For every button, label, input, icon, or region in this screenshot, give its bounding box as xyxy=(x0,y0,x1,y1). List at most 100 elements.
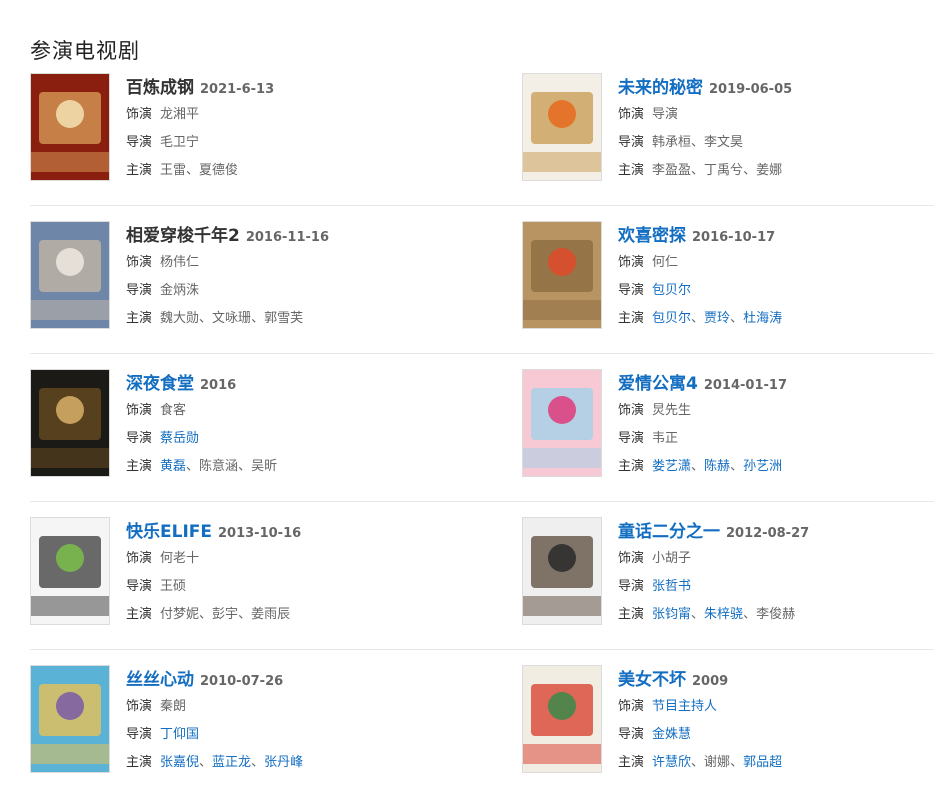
show-title-link[interactable]: 百炼成钢 xyxy=(126,78,194,98)
person-link[interactable]: 张嘉倪 xyxy=(160,755,199,770)
show-row: 快乐ELIFE 2013-10-16 饰演 何老十 导演 王硕 主演 付梦妮、彭宇、姜雨辰 童话… xyxy=(30,502,934,650)
show-title-link[interactable]: 美女不坏 xyxy=(618,670,686,690)
show-title-link[interactable]: 深夜食堂 xyxy=(126,374,194,394)
poster-thumbnail[interactable] xyxy=(522,665,602,773)
separator: 、 xyxy=(691,135,705,150)
show-date: 2010-07-26 xyxy=(200,674,284,689)
person-link[interactable]: 孙艺洲 xyxy=(743,459,782,474)
show-title-link[interactable]: 欢喜密探 xyxy=(618,226,686,246)
role-line: 饰演 秦朗 xyxy=(126,693,446,721)
role-label: 饰演 xyxy=(126,403,153,418)
show-date: 2016-11-16 xyxy=(245,230,329,245)
person-name: 炅先生 xyxy=(652,403,692,418)
separator: 、 xyxy=(186,163,200,178)
poster-thumbnail[interactable] xyxy=(30,369,110,477)
role-label: 饰演 xyxy=(618,403,645,418)
person-link[interactable]: 蓝正龙 xyxy=(212,755,251,770)
person-link[interactable]: 贾玲 xyxy=(704,311,730,326)
cast-label: 主演 xyxy=(618,163,645,178)
poster-thumbnail[interactable] xyxy=(30,517,110,625)
poster-image-icon xyxy=(523,222,601,328)
poster-thumbnail[interactable] xyxy=(30,221,110,329)
person-name: 导演 xyxy=(652,107,679,122)
poster-thumbnail[interactable] xyxy=(522,517,602,625)
cast-line: 主演 黄磊、陈意涵、吴昕 xyxy=(126,453,446,481)
person-link[interactable]: 金姝慧 xyxy=(652,727,691,742)
person-link[interactable]: 娄艺潇 xyxy=(652,459,691,474)
person-link[interactable]: 张钧甯 xyxy=(652,607,691,622)
separator: 、 xyxy=(691,311,705,326)
role-line: 饰演 何老十 xyxy=(126,545,446,573)
poster-image-icon xyxy=(31,370,109,476)
poster-thumbnail[interactable] xyxy=(522,221,602,329)
title-line: 深夜食堂 2016 xyxy=(126,371,446,397)
cast-line: 主演 王雷、夏德俊 xyxy=(126,157,446,185)
person-name: 姜娜 xyxy=(756,163,783,178)
poster-image-icon xyxy=(523,370,601,476)
person-name: 王雷 xyxy=(160,163,187,178)
director-line: 导演 王硕 xyxy=(126,573,446,601)
person-link[interactable]: 包贝尔 xyxy=(652,283,691,298)
role-line: 饰演 小胡子 xyxy=(618,545,934,573)
director-line: 导演 蔡岳勋 xyxy=(126,425,446,453)
role-line: 饰演 食客 xyxy=(126,397,446,425)
show-card: 爱情公寓4 2014-01-17 饰演 炅先生 导演 韦正 主演 娄艺潇、陈赫、孙艺洲 xyxy=(522,369,934,477)
poster-thumbnail[interactable] xyxy=(30,665,110,773)
poster-thumbnail[interactable] xyxy=(522,369,602,477)
role-label: 饰演 xyxy=(126,255,153,270)
person-link[interactable]: 蔡岳勋 xyxy=(160,431,199,446)
cast-label: 主演 xyxy=(618,311,645,326)
show-date: 2016-10-17 xyxy=(692,230,776,245)
show-title-link[interactable]: 丝丝心动 xyxy=(126,670,194,690)
cast-line: 主演 张嘉倪、蓝正龙、张丹峰 xyxy=(126,749,446,777)
person-link[interactable]: 朱梓骁 xyxy=(704,607,743,622)
person-name: 王硕 xyxy=(160,579,187,594)
person-link[interactable]: 丁仰国 xyxy=(160,727,199,742)
person-name: 彭宇 xyxy=(212,607,239,622)
poster-thumbnail[interactable] xyxy=(522,73,602,181)
person-link[interactable]: 张丹峰 xyxy=(264,755,303,770)
director-line: 导演 毛卫宁 xyxy=(126,129,446,157)
show-date: 2013-10-16 xyxy=(218,526,302,541)
cast-line: 主演 张钧甯、朱梓骁、李俊赫 xyxy=(618,601,934,629)
person-name: 韩承桓 xyxy=(652,135,692,150)
separator: 、 xyxy=(251,311,265,326)
person-link[interactable]: 黄磊 xyxy=(160,459,186,474)
person-name: 李文昊 xyxy=(704,135,744,150)
show-title-link[interactable]: 未来的秘密 xyxy=(618,78,703,98)
person-link[interactable]: 郭品超 xyxy=(743,755,782,770)
director-line: 导演 韦正 xyxy=(618,425,934,453)
title-line: 丝丝心动 2010-07-26 xyxy=(126,667,446,693)
person-link[interactable]: 陈赫 xyxy=(704,459,730,474)
director-line: 导演 韩承桓、李文昊 xyxy=(618,129,934,157)
show-title-link[interactable]: 快乐ELIFE xyxy=(126,522,212,542)
role-label: 饰演 xyxy=(618,551,645,566)
show-title-link[interactable]: 童话二分之一 xyxy=(618,522,720,542)
role-label: 饰演 xyxy=(618,255,645,270)
separator: 、 xyxy=(186,459,200,474)
person-link[interactable]: 张哲书 xyxy=(652,579,691,594)
show-card: 未来的秘密 2019-06-05 饰演 导演 导演 韩承桓、李文昊 主演 李盈盈、丁禹兮、姜娜 xyxy=(522,73,934,181)
person-link[interactable]: 杜海涛 xyxy=(743,311,782,326)
cast-label: 主演 xyxy=(126,311,153,326)
role-line: 饰演 龙湘平 xyxy=(126,101,446,129)
role-label: 饰演 xyxy=(618,107,645,122)
director-label: 导演 xyxy=(126,727,153,742)
person-link[interactable]: 包贝尔 xyxy=(652,311,691,326)
poster-image-icon xyxy=(31,666,109,772)
show-info: 快乐ELIFE 2013-10-16 饰演 何老十 导演 王硕 主演 付梦妮、彭宇、姜雨辰 xyxy=(126,519,446,629)
show-card: 快乐ELIFE 2013-10-16 饰演 何老十 导演 王硕 主演 付梦妮、彭宇、姜雨辰 xyxy=(30,517,450,625)
title-line: 欢喜密探 2016-10-17 xyxy=(618,223,934,249)
show-title-link[interactable]: 爱情公寓4 xyxy=(618,374,698,394)
person-link[interactable]: 节目主持人 xyxy=(652,699,717,714)
poster-thumbnail[interactable] xyxy=(30,73,110,181)
role-label: 饰演 xyxy=(126,551,153,566)
show-date: 2012-08-27 xyxy=(726,526,810,541)
show-title-link[interactable]: 相爱穿梭千年2 xyxy=(126,226,240,246)
person-name: 郭雪芙 xyxy=(264,311,304,326)
cast-label: 主演 xyxy=(126,459,153,474)
director-label: 导演 xyxy=(618,727,645,742)
person-link[interactable]: 许慧欣 xyxy=(652,755,691,770)
cast-line: 主演 许慧欣、谢娜、郭品超 xyxy=(618,749,934,777)
title-line: 相爱穿梭千年2 2016-11-16 xyxy=(126,223,446,249)
